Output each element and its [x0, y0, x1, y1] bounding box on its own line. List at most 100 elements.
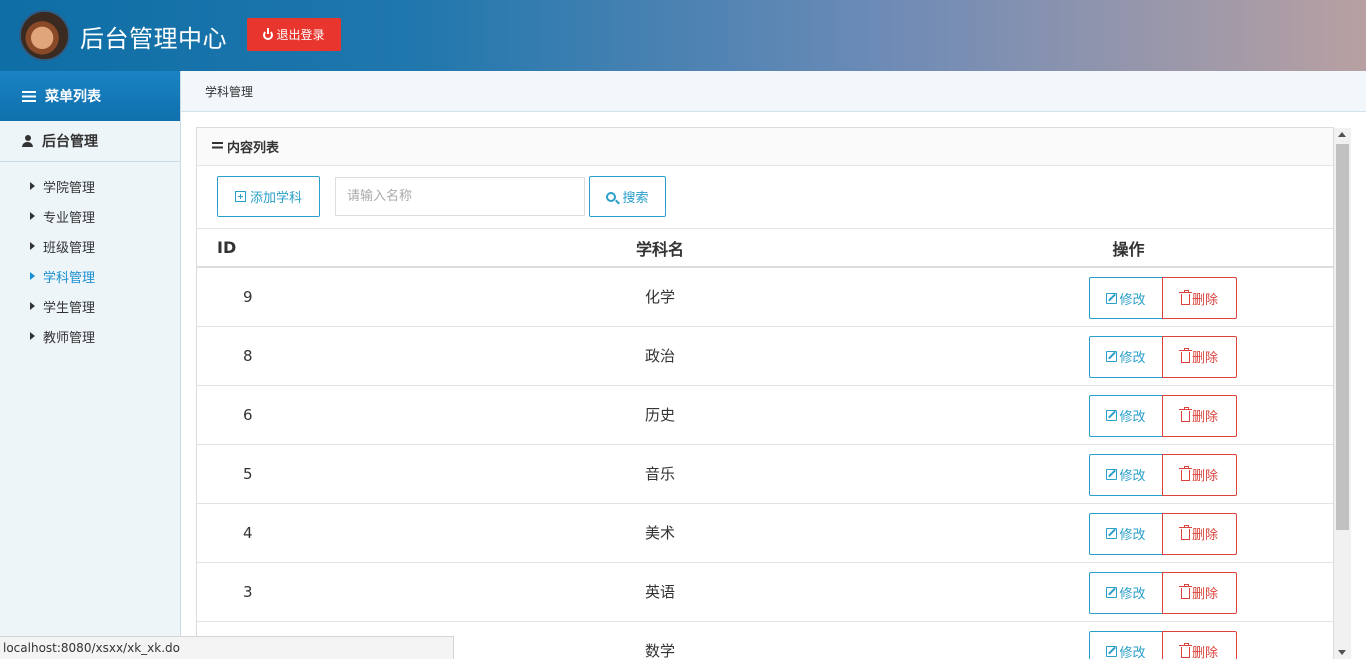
table-header-row: ID 学科名 操作	[197, 229, 1334, 268]
cell-id: 8	[197, 326, 417, 386]
avatar	[19, 10, 70, 61]
scroll-up-arrow-icon[interactable]	[1338, 132, 1346, 137]
delete-button[interactable]: 删除	[1162, 512, 1237, 555]
trash-icon	[1178, 348, 1192, 363]
scrollbar-thumb[interactable]	[1336, 144, 1349, 530]
delete-button[interactable]: 删除	[1162, 394, 1237, 437]
sidebar-item-college[interactable]: 学院管理	[0, 171, 180, 201]
edit-button[interactable]: 修改	[1089, 394, 1163, 437]
scroll-down-arrow-icon[interactable]	[1338, 650, 1346, 655]
panel-header: 内容列表	[197, 128, 1333, 166]
sidebar-item-major[interactable]: 专业管理	[0, 201, 180, 231]
edit-button[interactable]: 修改	[1089, 571, 1163, 614]
subject-table: ID 学科名 操作 9 化学 修改 删除 8 政治 修改 删除 6 历史 修改 删除 5 音乐 修改 删除 4 美…	[197, 229, 1334, 659]
trash-icon	[1178, 584, 1192, 599]
sidebar-item-student[interactable]: 学生管理	[0, 291, 180, 321]
table-row: 8 政治 修改 删除	[197, 326, 1334, 386]
cell-name: 政治	[417, 326, 903, 386]
edit-label: 修改	[1119, 645, 1146, 659]
table-row: 6 历史 修改 删除	[197, 385, 1334, 445]
top-header: 后台管理中心 退出登录	[0, 0, 1366, 71]
cell-id: 4	[197, 503, 417, 563]
scrollbar[interactable]	[1334, 128, 1351, 659]
edit-icon	[1106, 351, 1118, 362]
sidebar-item-label: 学科管理	[43, 270, 96, 286]
cell-id: 9	[197, 267, 417, 327]
edit-label: 修改	[1119, 468, 1146, 483]
edit-icon	[1106, 646, 1118, 657]
sidebar-menu-title: 菜单列表	[45, 89, 101, 105]
edit-button[interactable]: 修改	[1089, 277, 1163, 319]
delete-button[interactable]: 删除	[1162, 571, 1237, 614]
cell-name: 音乐	[417, 444, 903, 504]
panel-title: 内容列表	[227, 141, 280, 156]
edit-label: 修改	[1119, 291, 1146, 307]
sidebar: 菜单列表 后台管理 学院管理 专业管理 班级管理 学科管理 学生管理 教师管理	[0, 71, 181, 659]
delete-button[interactable]: 删除	[1162, 277, 1237, 319]
edit-button[interactable]: 修改	[1089, 453, 1163, 496]
delete-button[interactable]: 删除	[1162, 453, 1237, 496]
table-row: 5 音乐 修改 删除	[197, 444, 1334, 504]
trash-icon	[1178, 525, 1192, 540]
row-actions: 修改 删除	[1089, 512, 1237, 555]
caret-right-icon	[30, 242, 35, 250]
cell-name: 化学	[417, 267, 903, 327]
edit-icon	[1106, 292, 1118, 304]
logout-button[interactable]: 退出登录	[247, 18, 341, 51]
row-actions: 修改 删除	[1089, 630, 1237, 659]
row-actions: 修改 删除	[1089, 394, 1237, 437]
edit-button[interactable]: 修改	[1089, 512, 1163, 555]
delete-label: 删除	[1191, 527, 1218, 542]
edit-label: 修改	[1119, 527, 1146, 542]
search-input[interactable]	[335, 177, 585, 216]
column-header-ops: 操作	[903, 229, 1334, 268]
sidebar-item-label: 班级管理	[43, 240, 96, 256]
sidebar-item-class[interactable]: 班级管理	[0, 231, 180, 261]
list-icon	[212, 142, 223, 151]
row-actions: 修改 删除	[1089, 453, 1237, 496]
search-icon	[606, 191, 617, 202]
delete-button[interactable]: 删除	[1162, 335, 1237, 378]
table-row: 9 化学 修改 删除	[197, 267, 1334, 327]
edit-label: 修改	[1119, 586, 1146, 601]
edit-button[interactable]: 修改	[1089, 335, 1163, 378]
edit-icon	[1106, 587, 1118, 598]
caret-right-icon	[30, 182, 35, 190]
sidebar-item-teacher[interactable]: 教师管理	[0, 321, 180, 351]
row-actions: 修改 删除	[1089, 571, 1237, 614]
trash-icon	[1178, 407, 1192, 422]
status-bar: localhost:8080/xsxx/xk_xk.do	[0, 636, 454, 659]
edit-icon	[1106, 469, 1118, 480]
plus-square-icon	[234, 191, 246, 202]
search-button[interactable]: 搜索	[589, 176, 666, 217]
breadcrumb-label: 学科管理	[205, 84, 254, 99]
cell-name: 数学	[417, 621, 903, 659]
app-title: 后台管理中心	[80, 25, 227, 53]
logout-label: 退出登录	[276, 28, 325, 42]
add-subject-button[interactable]: 添加学科	[217, 176, 320, 217]
row-actions: 修改 删除	[1089, 277, 1237, 319]
table-body: 9 化学 修改 删除 8 政治 修改 删除 6 历史 修改 删除 5 音乐 修改 删除 4 美术 修改 删除 3 英语 修改…	[197, 267, 1334, 659]
search-label: 搜索	[622, 190, 649, 205]
delete-label: 删除	[1191, 645, 1218, 659]
delete-button[interactable]: 删除	[1162, 630, 1237, 659]
cell-ops: 修改 删除	[903, 503, 1334, 563]
column-header-name: 学科名	[417, 229, 903, 268]
cell-ops: 修改 删除	[903, 562, 1334, 622]
caret-right-icon	[30, 332, 35, 340]
caret-right-icon	[30, 302, 35, 310]
trash-icon	[1178, 466, 1192, 481]
sidebar-section-title: 后台管理	[42, 134, 98, 150]
sidebar-section-header[interactable]: 后台管理	[0, 121, 180, 162]
table-row: 4 美术 修改 删除	[197, 503, 1334, 563]
edit-button[interactable]: 修改	[1089, 630, 1163, 659]
sidebar-item-label: 学生管理	[43, 300, 96, 316]
sidebar-item-label: 教师管理	[43, 330, 96, 346]
sidebar-item-label: 学院管理	[43, 180, 96, 196]
sidebar-item-subject[interactable]: 学科管理	[0, 261, 180, 291]
delete-label: 删除	[1191, 409, 1218, 424]
sidebar-item-label: 专业管理	[43, 210, 96, 226]
cell-ops: 修改 删除	[903, 267, 1334, 327]
delete-label: 删除	[1191, 468, 1218, 483]
cell-ops: 修改 删除	[903, 385, 1334, 445]
